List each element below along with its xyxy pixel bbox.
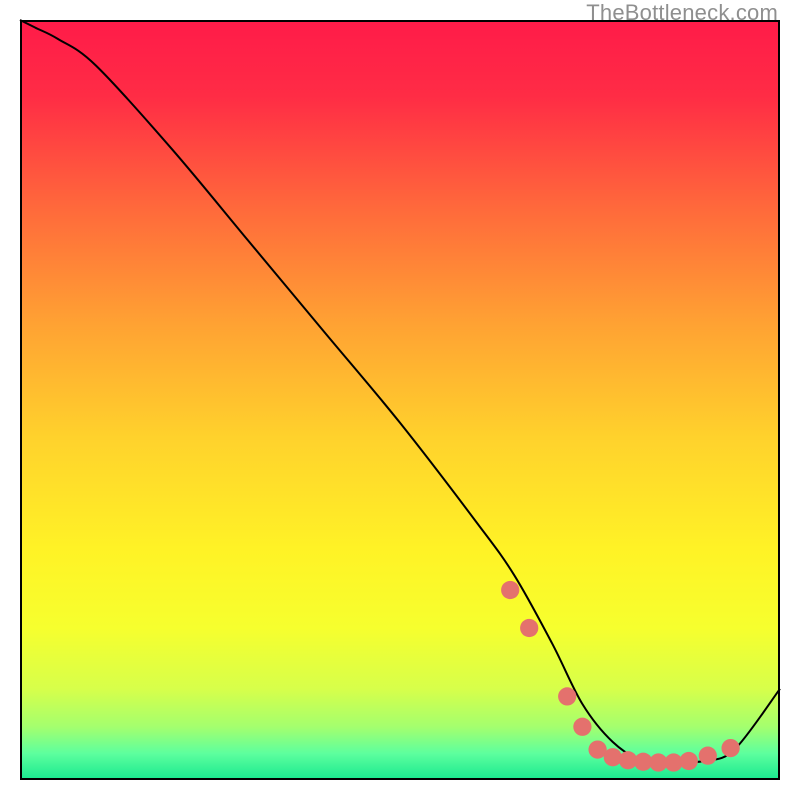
marker-dot xyxy=(680,752,698,770)
marker-dot xyxy=(721,739,739,757)
marker-dot xyxy=(604,748,622,766)
marker-dot xyxy=(501,581,519,599)
marker-dot xyxy=(520,619,538,637)
marker-group xyxy=(501,581,740,772)
chart-svg xyxy=(20,20,780,780)
curve-path xyxy=(20,20,780,763)
plot-area xyxy=(20,20,780,780)
marker-dot xyxy=(573,718,591,736)
chart-frame: TheBottleneck.com xyxy=(0,0,800,800)
marker-dot xyxy=(699,747,717,765)
marker-dot xyxy=(558,687,576,705)
